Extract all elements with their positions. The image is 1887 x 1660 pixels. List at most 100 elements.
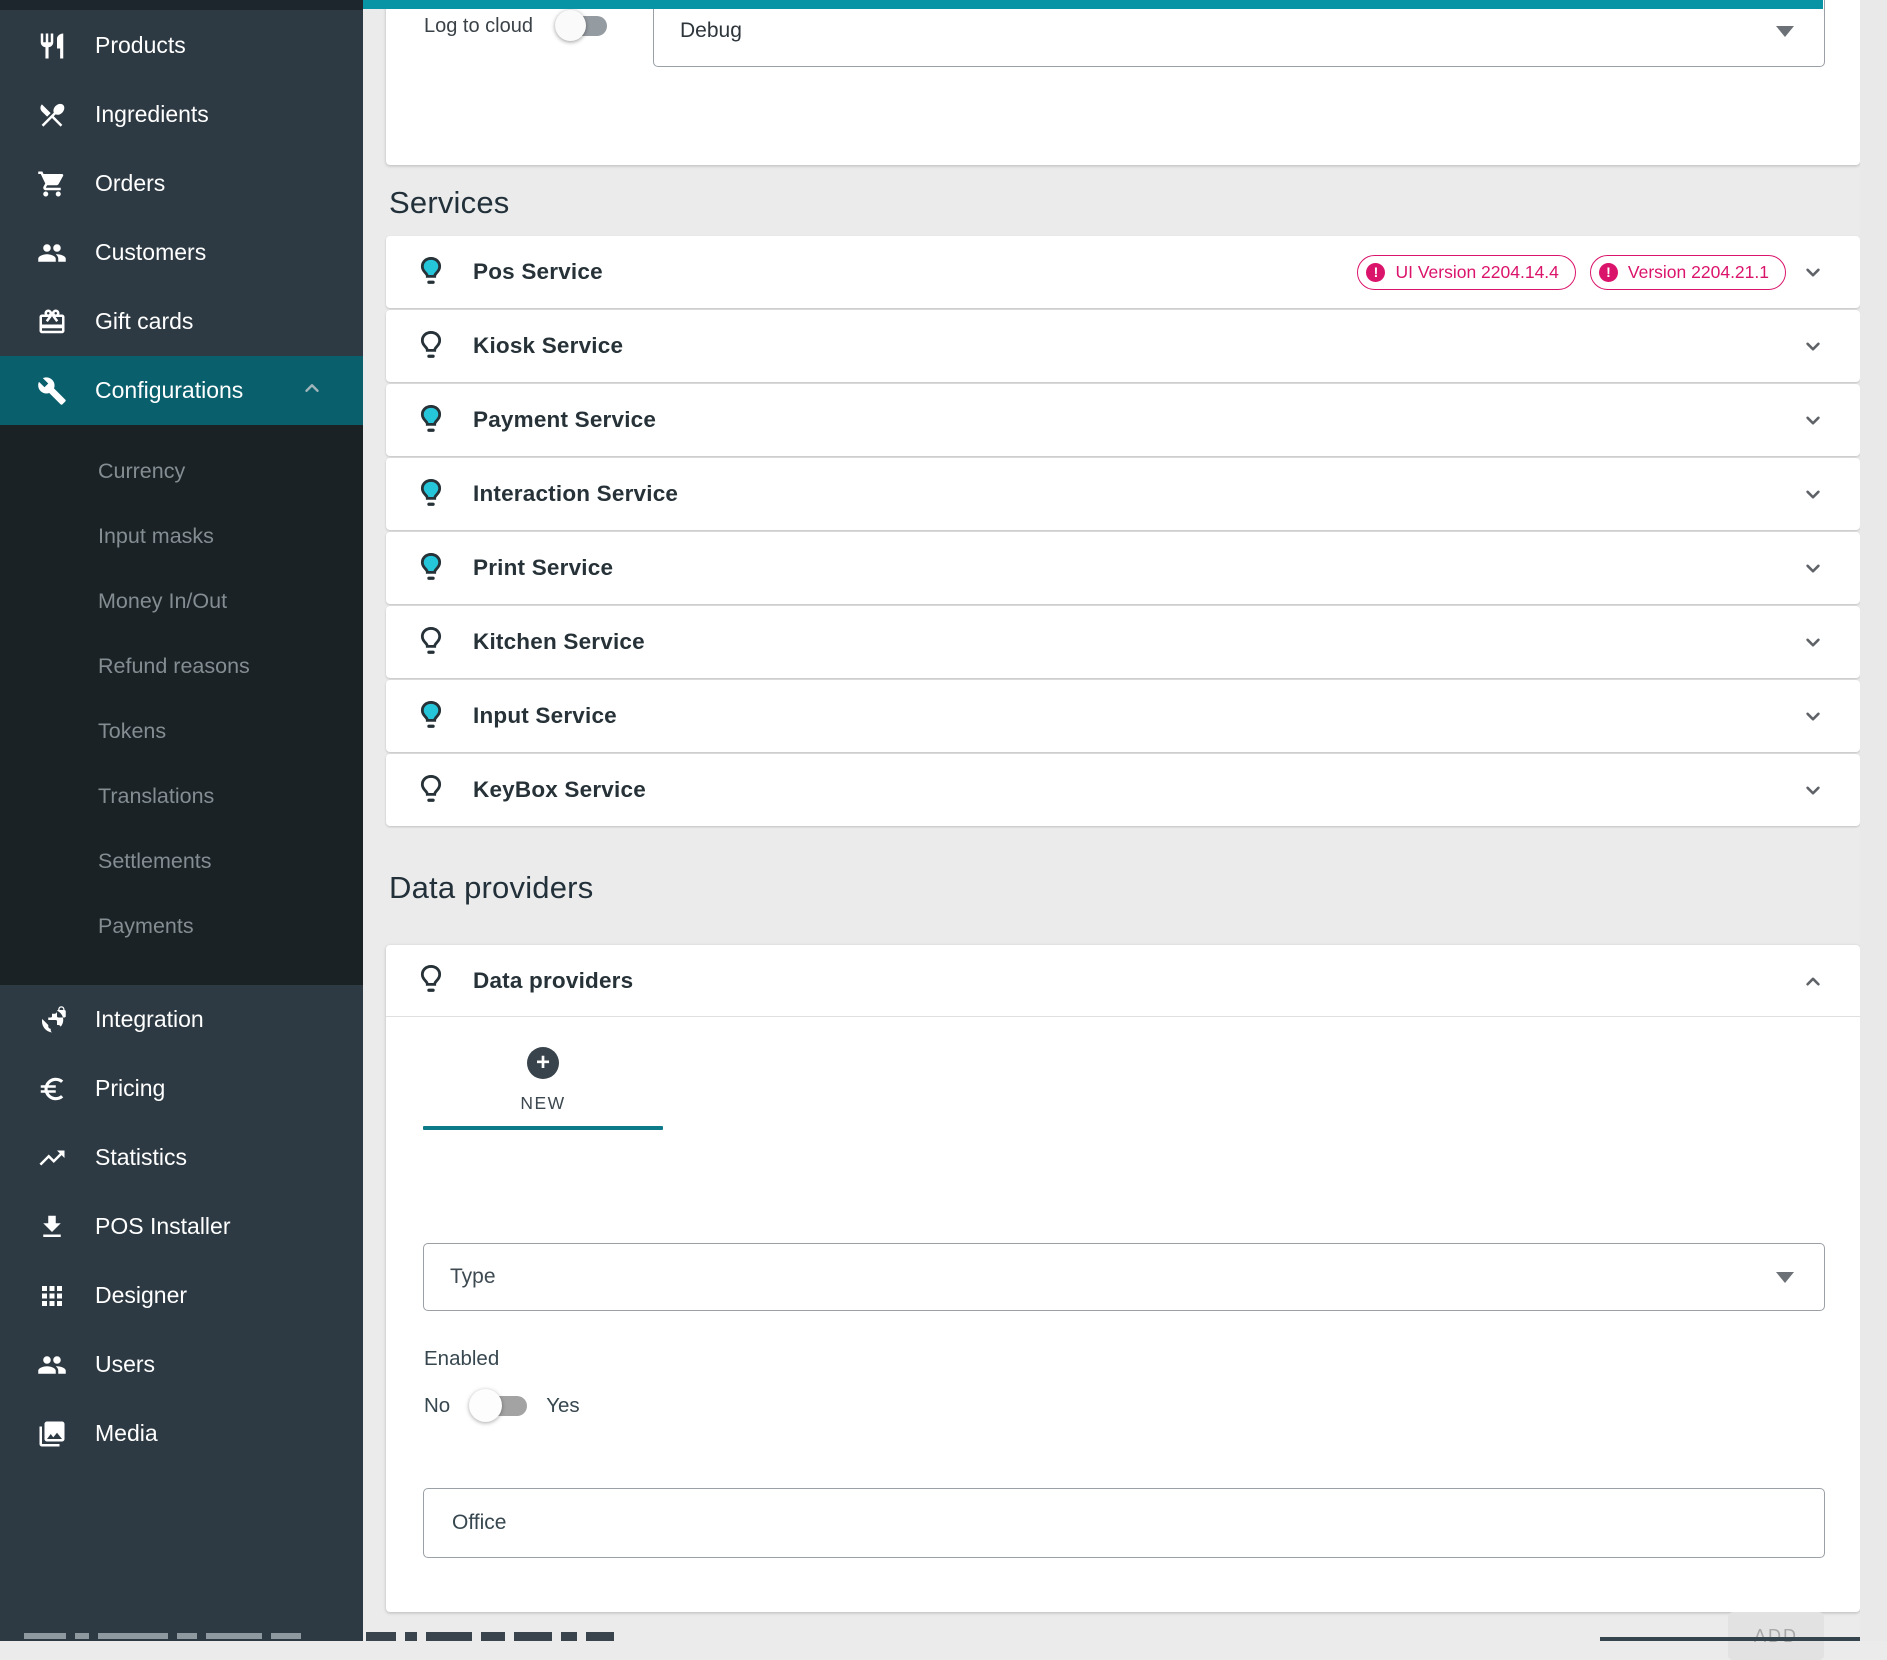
provider-name-field-wrap bbox=[423, 1488, 1825, 1558]
sidebar-item-payments[interactable]: Payments bbox=[0, 894, 363, 959]
sidebar-item-label: Media bbox=[95, 1420, 158, 1447]
active-tab-indicator bbox=[423, 1126, 663, 1130]
sidebar-item-pos-installer[interactable]: POS Installer bbox=[0, 1192, 363, 1261]
sidebar-item-label: Products bbox=[95, 32, 186, 59]
service-label: Pos Service bbox=[473, 259, 603, 285]
sidebar-item-money-in-out[interactable]: Money In/Out bbox=[0, 569, 363, 634]
service-row-interaction[interactable]: Interaction Service bbox=[386, 458, 1860, 530]
lightbulb-icon bbox=[418, 626, 444, 659]
euro-icon bbox=[37, 1074, 67, 1104]
data-providers-accordion-header[interactable]: Data providers bbox=[386, 945, 1860, 1017]
clipped-bottom-edge bbox=[1600, 1637, 1887, 1641]
sidebar-item-currency[interactable]: Currency bbox=[0, 439, 363, 504]
subitem-label: Payments bbox=[98, 914, 194, 939]
service-row-input[interactable]: Input Service bbox=[386, 680, 1860, 752]
chevron-down-icon[interactable] bbox=[1800, 777, 1826, 803]
restaurant-icon bbox=[37, 31, 67, 61]
service-label: Interaction Service bbox=[473, 481, 678, 507]
subitem-label: Money In/Out bbox=[98, 589, 227, 614]
enabled-toggle[interactable] bbox=[469, 1396, 527, 1416]
sidebar-item-label: Statistics bbox=[95, 1144, 187, 1171]
provider-name-input[interactable] bbox=[450, 1510, 1754, 1536]
sidebar-item-integration[interactable]: Integration bbox=[0, 985, 363, 1054]
sidebar-item-configurations[interactable]: Configurations bbox=[0, 356, 363, 425]
type-select[interactable]: Type bbox=[423, 1243, 1825, 1311]
tab-new[interactable]: + NEW bbox=[423, 1047, 663, 1130]
sidebar-item-customers[interactable]: Customers bbox=[0, 218, 363, 287]
chevron-down-icon[interactable] bbox=[1800, 481, 1826, 507]
add-button[interactable]: ADD bbox=[1728, 1612, 1824, 1660]
no-label: No bbox=[424, 1394, 450, 1418]
service-row-print[interactable]: Print Service bbox=[386, 532, 1860, 604]
people-icon bbox=[37, 238, 67, 268]
configurations-submenu: Currency Input masks Money In/Out Refund… bbox=[0, 425, 363, 985]
sidebar: Products Ingredients Orders Customers Gi bbox=[0, 0, 363, 1641]
chevron-down-icon[interactable] bbox=[1800, 703, 1826, 729]
chevron-down-icon[interactable] bbox=[1800, 629, 1826, 655]
service-row-pos[interactable]: Pos Service ! UI Version 2204.14.4 ! Ver… bbox=[386, 236, 1860, 308]
sidebar-nav: Products Ingredients Orders Customers Gi bbox=[0, 11, 363, 1468]
service-row-keybox[interactable]: KeyBox Service bbox=[386, 754, 1860, 826]
log-to-cloud-toggle[interactable] bbox=[555, 15, 611, 37]
main-content: Log to cloud Debug Services Pos Service … bbox=[363, 0, 1887, 1641]
sidebar-item-gift-cards[interactable]: Gift cards bbox=[0, 287, 363, 356]
dropdown-arrow-icon bbox=[1776, 1272, 1794, 1283]
wrench-icon bbox=[37, 376, 67, 406]
trending-up-icon bbox=[37, 1143, 67, 1173]
data-providers-heading: Data providers bbox=[389, 870, 593, 906]
lightbulb-icon bbox=[418, 404, 444, 437]
photo-library-icon bbox=[37, 1419, 67, 1449]
sidebar-item-translations[interactable]: Translations bbox=[0, 764, 363, 829]
sidebar-item-settlements[interactable]: Settlements bbox=[0, 829, 363, 894]
clipped-bottom-content bbox=[24, 1633, 310, 1639]
lightbulb-icon bbox=[418, 774, 444, 807]
globe-lock-icon bbox=[37, 1005, 67, 1035]
subitem-label: Settlements bbox=[98, 849, 212, 874]
exclamation-icon: ! bbox=[1599, 263, 1618, 282]
sidebar-header-strip bbox=[0, 0, 363, 10]
sidebar-item-pricing[interactable]: Pricing bbox=[0, 1054, 363, 1123]
data-providers-panel: Data providers + NEW Type Enabled No Yes bbox=[386, 945, 1860, 1612]
sidebar-item-refund-reasons[interactable]: Refund reasons bbox=[0, 634, 363, 699]
chevron-down-icon[interactable] bbox=[1800, 333, 1826, 359]
chevron-down-icon[interactable] bbox=[1800, 555, 1826, 581]
exclamation-icon: ! bbox=[1366, 263, 1385, 282]
sidebar-item-designer[interactable]: Designer bbox=[0, 1261, 363, 1330]
subitem-label: Translations bbox=[98, 784, 214, 809]
chevron-down-icon[interactable] bbox=[1800, 259, 1826, 285]
sidebar-item-label: Gift cards bbox=[95, 308, 193, 335]
sidebar-item-orders[interactable]: Orders bbox=[0, 149, 363, 218]
sidebar-item-media[interactable]: Media bbox=[0, 1399, 363, 1468]
scrollbar-track[interactable] bbox=[1860, 0, 1887, 1641]
log-level-value: Debug bbox=[680, 19, 742, 43]
badge-text: UI Version 2204.14.4 bbox=[1395, 262, 1558, 283]
sidebar-item-tokens[interactable]: Tokens bbox=[0, 699, 363, 764]
lightbulb-icon bbox=[418, 552, 444, 585]
sidebar-item-input-masks[interactable]: Input masks bbox=[0, 504, 363, 569]
lightbulb-icon bbox=[418, 964, 444, 997]
restaurant-menu-icon bbox=[37, 100, 67, 130]
dropdown-arrow-icon bbox=[1776, 26, 1794, 37]
sidebar-item-label: POS Installer bbox=[95, 1213, 231, 1240]
service-row-payment[interactable]: Payment Service bbox=[386, 384, 1860, 456]
lightbulb-icon bbox=[418, 330, 444, 363]
lightbulb-icon bbox=[418, 478, 444, 511]
data-providers-body: + NEW Type Enabled No Yes ADD bbox=[386, 1017, 1860, 1611]
service-row-kiosk[interactable]: Kiosk Service bbox=[386, 310, 1860, 382]
sidebar-item-statistics[interactable]: Statistics bbox=[0, 1123, 363, 1192]
log-level-select[interactable]: Debug bbox=[653, 0, 1825, 67]
subitem-label: Tokens bbox=[98, 719, 166, 744]
chevron-up-icon[interactable] bbox=[1800, 968, 1826, 994]
apps-grid-icon bbox=[37, 1281, 67, 1311]
sidebar-item-users[interactable]: Users bbox=[0, 1330, 363, 1399]
sidebar-item-label: Pricing bbox=[95, 1075, 165, 1102]
services-list: Pos Service ! UI Version 2204.14.4 ! Ver… bbox=[386, 236, 1860, 828]
chevron-down-icon[interactable] bbox=[1800, 407, 1826, 433]
sidebar-item-products[interactable]: Products bbox=[0, 11, 363, 80]
header-accent-bar bbox=[363, 0, 1823, 9]
services-heading: Services bbox=[389, 185, 509, 221]
sidebar-item-ingredients[interactable]: Ingredients bbox=[0, 80, 363, 149]
subitem-label: Currency bbox=[98, 459, 185, 484]
sidebar-item-label: Orders bbox=[95, 170, 165, 197]
service-row-kitchen[interactable]: Kitchen Service bbox=[386, 606, 1860, 678]
